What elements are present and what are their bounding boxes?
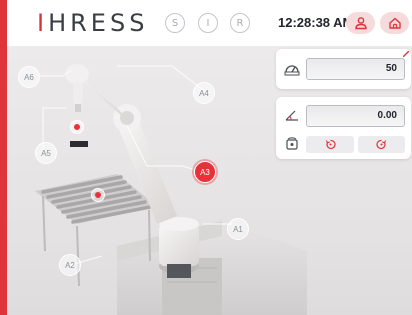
home-icon — [388, 17, 401, 29]
joint-tag-a5[interactable]: A5 — [35, 142, 57, 164]
rotate-ccw-icon — [325, 139, 336, 150]
app-header: IHRESS S I R 12:28:38 AM — [7, 0, 412, 46]
left-accent-bar — [0, 0, 7, 315]
angle-icon — [285, 110, 298, 121]
rotate-cw-button[interactable] — [358, 136, 405, 153]
user-icon — [354, 17, 367, 30]
joint-rotate-icon — [286, 137, 298, 150]
joint-tag-a1[interactable]: A1 — [227, 218, 249, 240]
joint-tag-a6[interactable]: A6 — [18, 66, 40, 88]
user-button[interactable] — [346, 12, 375, 34]
angle-panel: 0.00 — [276, 97, 411, 159]
conveyor-target-pin[interactable] — [91, 188, 105, 202]
mode-i-button[interactable]: I — [198, 13, 218, 33]
gauge-icon — [284, 65, 300, 76]
edit-corner-icon — [403, 51, 409, 57]
clock-display: 12:28:38 AM — [278, 15, 354, 30]
speed-field[interactable]: 50 — [306, 58, 405, 80]
mode-r-button[interactable]: R — [230, 13, 250, 33]
speed-panel: 50 — [276, 49, 411, 89]
angle-field[interactable]: 0.00 — [306, 105, 405, 127]
logo-text: IHRESS — [37, 9, 149, 37]
rotate-cw-icon — [376, 139, 387, 150]
joint-tag-a4[interactable]: A4 — [193, 82, 215, 104]
tool-target-pin[interactable] — [70, 120, 84, 134]
mode-s-button[interactable]: S — [165, 13, 185, 33]
app-logo: IHRESS — [37, 9, 148, 37]
home-button[interactable] — [380, 12, 409, 34]
joint-tag-a2[interactable]: A2 — [59, 254, 81, 276]
joint-tag-a3[interactable]: A3 — [194, 161, 216, 183]
rotate-ccw-button[interactable] — [306, 136, 354, 153]
